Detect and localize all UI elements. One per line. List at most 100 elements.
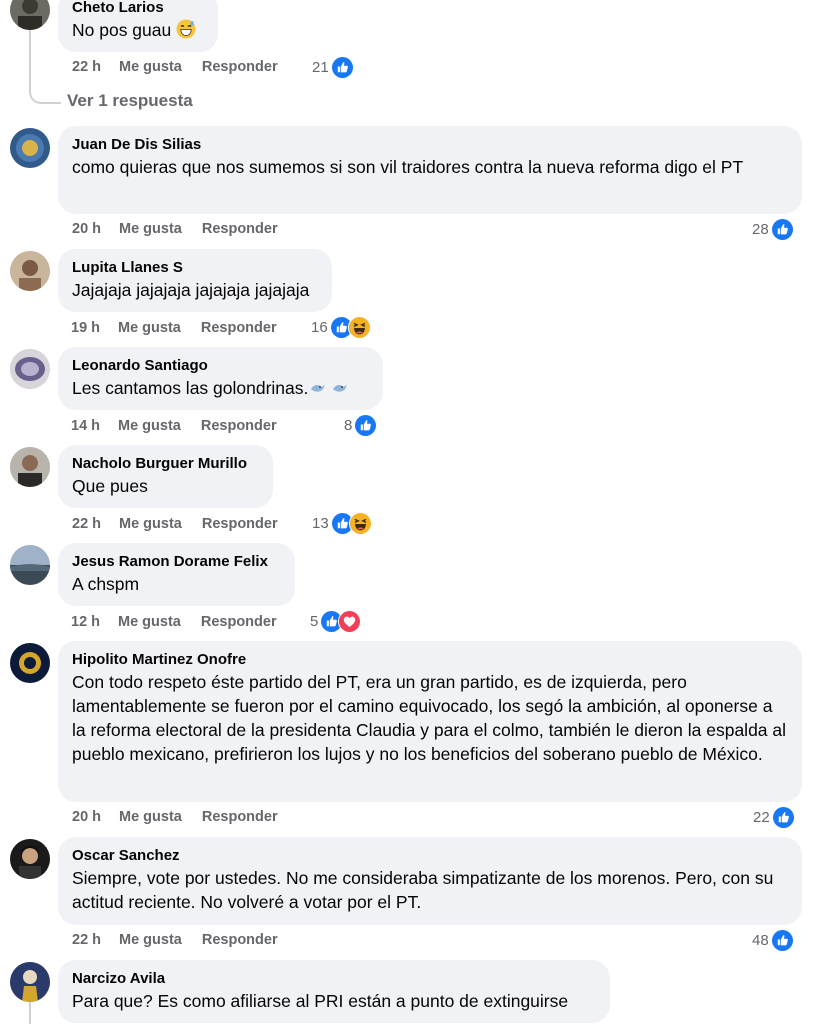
reply-button[interactable]: Responder: [201, 614, 277, 630]
comment-bubble: Hipolito Martinez Onofre Con todo respet…: [58, 641, 802, 802]
comment-time[interactable]: 12 h: [71, 614, 100, 630]
comment-time[interactable]: 19 h: [71, 320, 100, 336]
like-button[interactable]: Me gusta: [119, 809, 182, 825]
like-button[interactable]: Me gusta: [119, 221, 182, 237]
comment-actions: 22 h Me gusta Responder: [72, 57, 298, 77]
comment-author[interactable]: Leonardo Santiago: [72, 356, 369, 376]
comment-author[interactable]: Jesus Ramon Dorame Felix: [72, 552, 281, 572]
comment-text: como quieras que nos sumemos si son vil …: [72, 157, 744, 177]
comment-text-wrap: Les cantamos las golondrinas.: [72, 376, 369, 400]
comment-actions: 22 h Me gusta Responder: [72, 930, 298, 950]
avatar[interactable]: [10, 839, 50, 879]
comment-actions: 19 h Me gusta Responder: [71, 318, 297, 338]
comment-time[interactable]: 22 h: [72, 516, 101, 532]
laughing-emoji-icon: [347, 315, 371, 339]
comment-author[interactable]: Juan De Dis Silias: [72, 135, 788, 155]
comment-time[interactable]: 14 h: [71, 418, 100, 434]
reply-button[interactable]: Responder: [202, 809, 278, 825]
avatar[interactable]: [10, 447, 50, 487]
comment-actions: 22 h Me gusta Responder: [72, 514, 298, 534]
comment-text: Les cantamos las golondrinas.: [72, 378, 309, 398]
comment-text-wrap: No pos guau: [72, 18, 204, 42]
avatar[interactable]: [10, 643, 50, 683]
reply-button[interactable]: Responder: [202, 221, 278, 237]
comment-bubble: Cheto Larios No pos guau: [58, 0, 218, 52]
comment-text: No pos guau: [72, 20, 172, 40]
comment-time[interactable]: 22 h: [72, 932, 101, 948]
comment-author[interactable]: Narcizo Avila: [72, 969, 596, 989]
like-button[interactable]: Me gusta: [119, 59, 182, 75]
comment-text: Con todo respeto éste partido del PT, er…: [72, 672, 787, 764]
reaction-summary[interactable]: 48: [752, 928, 794, 952]
reaction-count: 16: [311, 318, 328, 336]
thread-connector: [29, 88, 61, 104]
comment-author[interactable]: Hipolito Martinez Onofre: [72, 650, 788, 670]
reaction-count: 21: [312, 58, 329, 76]
reaction-count: 22: [753, 808, 770, 826]
reaction-summary[interactable]: 13: [312, 511, 372, 535]
avatar[interactable]: [10, 128, 50, 168]
reaction-count: 48: [752, 931, 769, 949]
thumbs-up-icon: [354, 413, 378, 437]
avatar[interactable]: [10, 962, 50, 1002]
grinning-sweat-emoji-icon: [176, 19, 198, 39]
thumbs-up-icon: [771, 805, 795, 829]
like-button[interactable]: Me gusta: [119, 516, 182, 532]
reply-button[interactable]: Responder: [202, 516, 278, 532]
comment-text: Siempre, vote por ustedes. No me conside…: [72, 868, 774, 912]
avatar[interactable]: [10, 545, 50, 585]
thumbs-up-icon: [770, 928, 794, 952]
thumbs-up-icon: [770, 217, 794, 241]
comment-text: Para que? Es como afiliarse al PRI están…: [72, 991, 569, 1011]
comment-author[interactable]: Nacholo Burguer Murillo: [72, 454, 259, 474]
comment-author[interactable]: Oscar Sanchez: [72, 846, 788, 866]
reaction-summary[interactable]: 22: [753, 805, 795, 829]
reaction-count: 13: [312, 514, 329, 532]
reaction-summary[interactable]: 16: [311, 315, 371, 339]
thread-line: [29, 1002, 31, 1024]
thumbs-up-icon: [330, 55, 354, 79]
like-button[interactable]: Me gusta: [119, 932, 182, 948]
avatar[interactable]: [10, 0, 50, 30]
reaction-summary[interactable]: 28: [752, 217, 794, 241]
reply-button[interactable]: Responder: [201, 418, 277, 434]
reaction-summary[interactable]: 8: [344, 413, 378, 437]
reply-button[interactable]: Responder: [201, 320, 277, 336]
bird-emoji-icon: [330, 377, 352, 397]
comment-bubble: Narcizo Avila Para que? Es como afiliars…: [58, 960, 610, 1023]
comment-actions: 20 h Me gusta Responder: [72, 219, 298, 239]
reaction-count: 28: [752, 220, 769, 238]
comment-text: A chspm: [72, 574, 140, 594]
comment-author[interactable]: Cheto Larios: [72, 0, 204, 18]
heart-icon: [338, 609, 362, 633]
like-button[interactable]: Me gusta: [118, 320, 181, 336]
reaction-summary[interactable]: 5: [310, 609, 362, 633]
comment-author[interactable]: Lupita Llanes S: [72, 258, 318, 278]
comment-time[interactable]: 22 h: [72, 59, 101, 75]
comment-time[interactable]: 20 h: [72, 809, 101, 825]
comment-bubble: Nacholo Burguer Murillo Que pues: [58, 445, 273, 508]
comment-actions: 12 h Me gusta Responder: [71, 612, 297, 632]
comment-bubble: Oscar Sanchez Siempre, vote por ustedes.…: [58, 837, 802, 925]
reaction-count: 8: [344, 416, 353, 434]
comment-text: Jajajaja jajajaja jajajaja jajajaja: [72, 280, 310, 300]
view-replies-link[interactable]: Ver 1 respuesta: [67, 91, 193, 111]
reaction-count: 5: [310, 612, 319, 630]
comment-actions: 14 h Me gusta Responder: [71, 416, 297, 436]
comment-bubble: Leonardo Santiago Les cantamos las golon…: [58, 347, 383, 410]
comment-bubble: Juan De Dis Silias como quieras que nos …: [58, 126, 802, 214]
comment-text: Que pues: [72, 476, 148, 496]
reply-button[interactable]: Responder: [202, 59, 278, 75]
avatar[interactable]: [10, 251, 50, 291]
comment-time[interactable]: 20 h: [72, 221, 101, 237]
comment-actions: 20 h Me gusta Responder: [72, 807, 298, 827]
like-button[interactable]: Me gusta: [118, 418, 181, 434]
comment-bubble: Jesus Ramon Dorame Felix A chspm: [58, 543, 295, 606]
like-button[interactable]: Me gusta: [118, 614, 181, 630]
thread-line: [29, 30, 31, 90]
comment-bubble: Lupita Llanes S Jajajaja jajajaja jajaja…: [58, 249, 332, 312]
reply-button[interactable]: Responder: [202, 932, 278, 948]
avatar[interactable]: [10, 349, 50, 389]
reaction-summary[interactable]: 21: [312, 55, 354, 79]
laughing-emoji-icon: [348, 511, 372, 535]
